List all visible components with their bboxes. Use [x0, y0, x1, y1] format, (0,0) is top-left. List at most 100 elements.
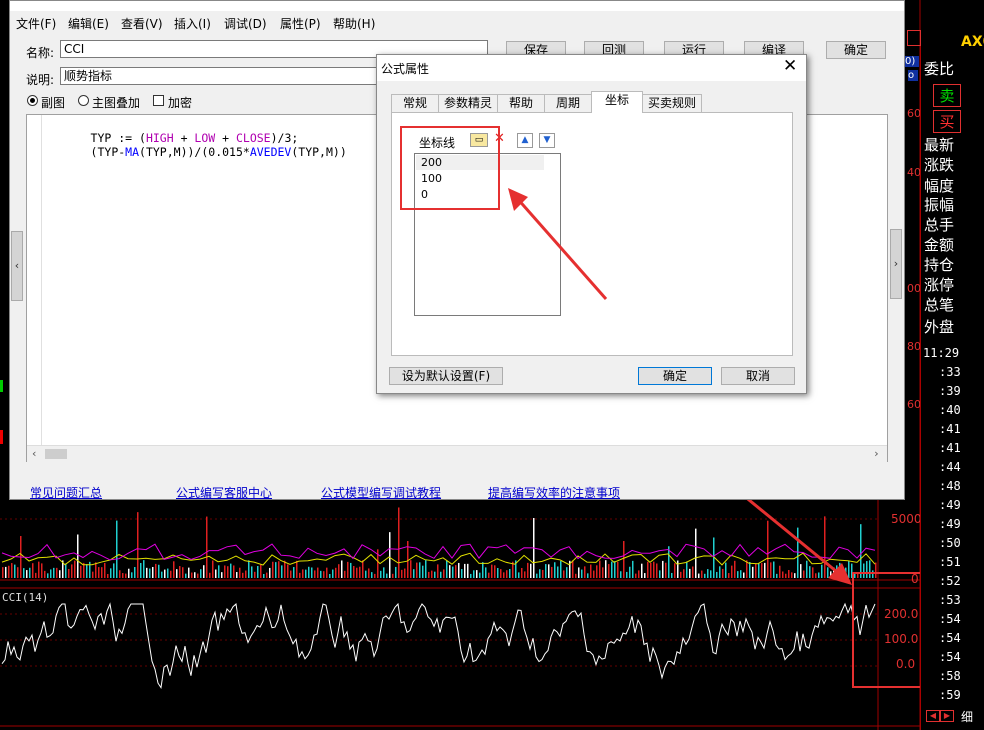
tab-help[interactable]: 帮助	[497, 94, 545, 112]
horizontal-scrollbar[interactable]: ‹ ›	[27, 445, 887, 462]
tab-axis[interactable]: 坐标	[591, 91, 643, 113]
menu-insert[interactable]: 插入(I)	[174, 15, 211, 32]
volume-bar	[323, 571, 325, 578]
menu-view[interactable]: 查看(V)	[121, 15, 163, 32]
volume-bar	[329, 573, 331, 578]
tab-trade-rules[interactable]: 买卖规则	[642, 94, 702, 112]
volume-bar	[200, 569, 202, 578]
volume-bar	[692, 566, 694, 578]
volume-bar	[623, 541, 625, 578]
faq-link[interactable]: 常见问题汇总	[30, 484, 102, 501]
dialog-ok-button[interactable]: 确定	[638, 367, 712, 385]
volume-bar	[365, 570, 367, 578]
volume-bar	[299, 572, 301, 578]
volume-bar	[311, 567, 313, 578]
tick-time: :54	[939, 612, 961, 626]
scroll-right-arrow-icon[interactable]: ›	[873, 447, 880, 460]
volume-bar	[287, 564, 289, 578]
dialog-cancel-button[interactable]: 取消	[721, 367, 795, 385]
volume-bar	[626, 571, 628, 578]
encrypt-checkbox[interactable]	[153, 95, 164, 106]
tab-period[interactable]: 周期	[544, 94, 592, 112]
name-label: 名称:	[26, 46, 55, 60]
volume-bar	[371, 572, 373, 578]
tab-general[interactable]: 常规	[391, 94, 439, 112]
menu-properties[interactable]: 属性(P)	[280, 15, 321, 32]
quote-label: 振幅	[924, 196, 955, 214]
overlay-radio[interactable]	[78, 95, 89, 106]
close-icon[interactable]: ✕	[783, 56, 797, 76]
scroll-left-arrow-icon[interactable]: ‹	[31, 447, 38, 460]
volume-bar	[716, 571, 718, 578]
tick-time: :59	[939, 688, 961, 702]
efficiency-tips-link[interactable]: 提高编写效率的注意事项	[488, 484, 620, 501]
menu-debug[interactable]: 调试(D)	[224, 15, 267, 32]
volume-bar	[584, 566, 586, 578]
volume-bar	[506, 570, 508, 578]
volume-bar	[497, 567, 499, 578]
annotation-box-axis-lines	[400, 126, 500, 210]
volume-bar	[284, 560, 286, 578]
volume-bar	[353, 565, 355, 578]
volume-bar	[452, 566, 454, 578]
code-token: (TYP,M))/(0.015*	[139, 145, 250, 159]
small-tag: o	[908, 70, 918, 81]
volume-bar	[551, 566, 553, 578]
volume-bar	[701, 570, 703, 578]
code-token: MA	[125, 145, 140, 159]
volume-bar	[782, 571, 784, 578]
tick-time: :39	[939, 384, 961, 398]
volume-bar	[332, 569, 334, 578]
volume-bar	[581, 569, 583, 578]
tutorial-link[interactable]: 公式模型编写调试教程	[321, 484, 441, 501]
volume-bar	[56, 567, 58, 578]
service-center-link[interactable]: 公式编写客服中心	[176, 484, 272, 501]
subchart-radio[interactable]	[27, 95, 38, 106]
collapse-left-icon[interactable]: ‹	[11, 231, 23, 301]
tick-time: :58	[939, 669, 961, 683]
move-up-icon[interactable]: ▲	[517, 133, 533, 148]
line-gutter	[41, 115, 42, 445]
volume-bar	[503, 572, 505, 578]
set-default-button[interactable]: 设为默认设置(F)	[389, 367, 503, 385]
volume-bar	[410, 560, 412, 578]
volume-bar	[434, 571, 436, 578]
volume-bar	[689, 568, 691, 578]
volume-bar	[47, 573, 49, 578]
volume-bar	[812, 567, 814, 578]
move-down-icon[interactable]: ▼	[539, 133, 555, 148]
code-line-2: (TYP-MA(TYP,M))/(0.015*AVEDEV(TYP,M))	[49, 131, 347, 173]
scroll-left-icon[interactable]: ◀	[926, 710, 940, 722]
volume-bar	[575, 573, 577, 578]
menu-file[interactable]: 文件(F)	[16, 15, 56, 32]
volume-bar	[164, 569, 166, 578]
volume-bar	[809, 566, 811, 578]
volume-bar	[392, 573, 394, 578]
scroll-right-icon[interactable]: ▶	[940, 710, 954, 722]
volume-bar	[245, 570, 247, 578]
axis-tab-panel: 坐标线 ▭ ✕ ▲ ▼ 200 100 0	[391, 112, 793, 356]
tick-time: :49	[939, 517, 961, 531]
volume-bar	[275, 562, 277, 578]
subchart-radio-label: 副图	[41, 96, 66, 110]
volume-bar	[686, 561, 688, 578]
volume-bar	[449, 565, 451, 578]
volume-bar	[773, 561, 775, 578]
volume-bar	[179, 566, 181, 578]
volume-bar	[344, 570, 346, 578]
red-marker	[907, 30, 921, 46]
tab-param-wizard[interactable]: 参数精灵	[438, 94, 498, 112]
volume-bar	[848, 561, 850, 578]
tick-time: :52	[939, 574, 961, 588]
quote-label: 买	[933, 110, 961, 133]
menu-edit[interactable]: 编辑(E)	[68, 15, 109, 32]
volume-bar	[674, 563, 676, 578]
volume-bar	[116, 520, 118, 578]
code-token: (TYP-	[90, 145, 126, 159]
volume-bar	[5, 566, 7, 578]
editor-ok-button[interactable]: 确定	[826, 41, 886, 59]
scrollbar-thumb[interactable]	[45, 449, 67, 459]
menu-help[interactable]: 帮助(H)	[333, 15, 375, 32]
collapse-right-icon[interactable]: ›	[890, 229, 902, 299]
detail-label[interactable]: 细	[961, 708, 973, 725]
